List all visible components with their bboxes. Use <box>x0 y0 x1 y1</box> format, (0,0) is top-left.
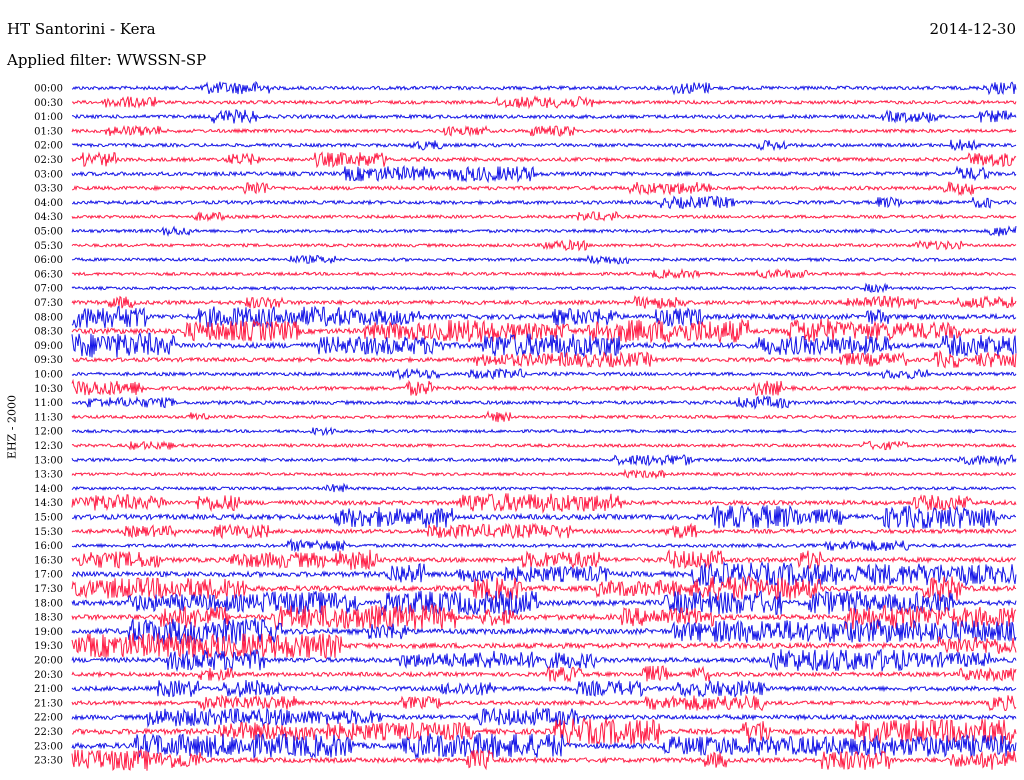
row-label: 07:00 <box>34 284 63 295</box>
row-time-labels: 00:00 00:30 01:00 01:30 02:00 02:30 03:00 03:30… <box>34 84 63 767</box>
row-label: 23:30 <box>34 756 63 767</box>
trace-row-1200 <box>71 426 1017 437</box>
trace-row-2100 <box>71 679 1017 698</box>
row-label: 03:00 <box>34 169 63 180</box>
row-label: 21:30 <box>34 698 63 709</box>
row-label: 09:00 <box>34 341 63 352</box>
row-label: 08:00 <box>34 312 63 323</box>
trace-row-1030 <box>71 378 1017 396</box>
trace-row-0430 <box>71 210 1017 222</box>
row-label: 11:30 <box>34 412 63 423</box>
row-label: 00:00 <box>34 84 63 95</box>
trace-row-1600 <box>71 537 1017 553</box>
row-label: 22:30 <box>34 727 63 738</box>
trace-row-0230 <box>71 151 1017 169</box>
trace-row-1700 <box>71 560 1017 587</box>
trace-row-0930 <box>71 349 1017 369</box>
row-label: 10:00 <box>34 370 63 381</box>
trace-row-1430 <box>71 493 1017 514</box>
row-label: 17:00 <box>34 570 63 581</box>
row-label: 06:00 <box>34 255 63 266</box>
trace-row-1400 <box>71 482 1017 493</box>
trace-row-1530 <box>71 522 1017 540</box>
row-label: 14:30 <box>34 498 63 509</box>
row-label: 16:00 <box>34 541 63 552</box>
row-label: 19:30 <box>34 641 63 652</box>
row-label: 04:00 <box>34 198 63 209</box>
trace-row-0530 <box>71 239 1017 252</box>
row-label: 02:30 <box>34 155 63 166</box>
row-label: 23:00 <box>34 741 63 752</box>
trace-row-1630 <box>71 549 1017 570</box>
row-label: 07:30 <box>34 298 63 309</box>
row-label: 03:30 <box>34 184 63 195</box>
row-label: 06:30 <box>34 269 63 280</box>
row-label: 05:30 <box>34 241 63 252</box>
row-label: 17:30 <box>34 584 63 595</box>
row-label: 20:30 <box>34 670 63 681</box>
trace-row-0630 <box>71 267 1017 280</box>
row-label: 20:00 <box>34 656 63 667</box>
row-label: 14:00 <box>34 484 63 495</box>
row-label: 12:00 <box>34 427 63 438</box>
row-label: 18:00 <box>34 598 63 609</box>
row-label: 09:30 <box>34 355 63 366</box>
row-label: 12:30 <box>34 441 63 452</box>
trace-row-1100 <box>71 394 1017 410</box>
trace-row-1130 <box>71 410 1017 423</box>
trace-row-0030 <box>71 95 1017 110</box>
trace-row-0600 <box>71 254 1017 266</box>
row-label: 05:00 <box>34 227 63 238</box>
row-label: 04:30 <box>34 212 63 223</box>
trace-row-0000 <box>71 80 1017 96</box>
trace-row-0200 <box>71 139 1017 152</box>
row-label: 13:30 <box>34 470 63 481</box>
trace-row-0100 <box>71 109 1017 124</box>
trace-row-2000 <box>71 648 1017 673</box>
trace-row-1230 <box>71 440 1017 451</box>
trace-row-0330 <box>71 181 1017 197</box>
trace-row-0830 <box>71 318 1017 344</box>
row-label: 08:30 <box>34 327 63 338</box>
trace-row-2130 <box>71 694 1017 712</box>
row-label: 02:00 <box>34 141 63 152</box>
row-label: 01:30 <box>34 126 63 137</box>
trace-row-0400 <box>71 195 1017 210</box>
trace-row-2330 <box>71 747 1017 772</box>
trace-row-0130 <box>71 124 1017 137</box>
trace-row-1930 <box>71 632 1017 660</box>
helicorder-plot: 00:00 00:30 01:00 01:30 02:00 02:30 03:00 03:30… <box>34 80 1017 772</box>
trace-row-1300 <box>71 454 1017 467</box>
row-label: 19:00 <box>34 627 63 638</box>
trace-row-1330 <box>71 468 1016 480</box>
row-label: 13:00 <box>34 455 63 466</box>
row-label: 10:30 <box>34 384 63 395</box>
trace-row-0500 <box>71 225 1017 237</box>
row-label: 15:30 <box>34 527 63 538</box>
trace-row-2200 <box>71 706 1017 728</box>
row-label: 15:00 <box>34 513 63 524</box>
trace-lines <box>71 80 1017 772</box>
row-label: 22:00 <box>34 713 63 724</box>
row-label: 11:00 <box>34 398 63 409</box>
row-label: 01:00 <box>34 112 63 123</box>
trace-row-0700 <box>71 282 1017 294</box>
row-label: 21:00 <box>34 684 63 695</box>
row-label: 16:30 <box>34 555 63 566</box>
row-label: 18:30 <box>34 613 63 624</box>
row-label: 00:30 <box>34 98 63 109</box>
trace-row-0300 <box>71 165 1017 184</box>
trace-row-1000 <box>71 367 1017 381</box>
